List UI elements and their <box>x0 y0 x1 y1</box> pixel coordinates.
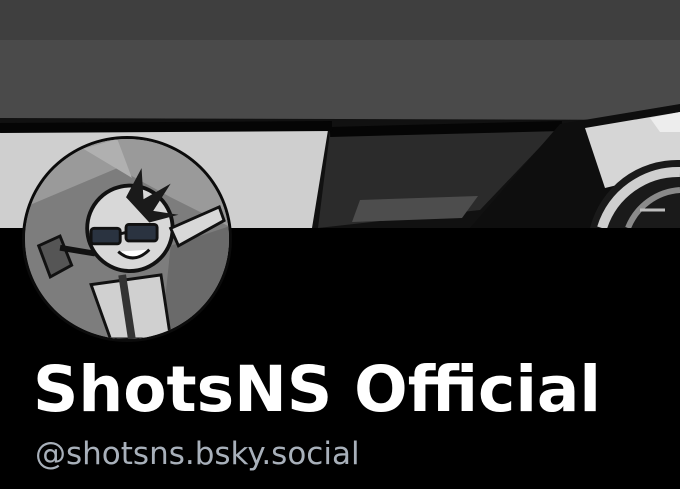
avatar-illustration <box>25 139 229 339</box>
user-handle[interactable]: @shotsns.bsky.social <box>35 432 360 476</box>
display-name: ShotsNS Official <box>33 353 602 426</box>
profile-header: ShotsNS Official @shotsns.bsky.social <box>0 0 680 489</box>
profile-avatar[interactable] <box>22 136 232 342</box>
